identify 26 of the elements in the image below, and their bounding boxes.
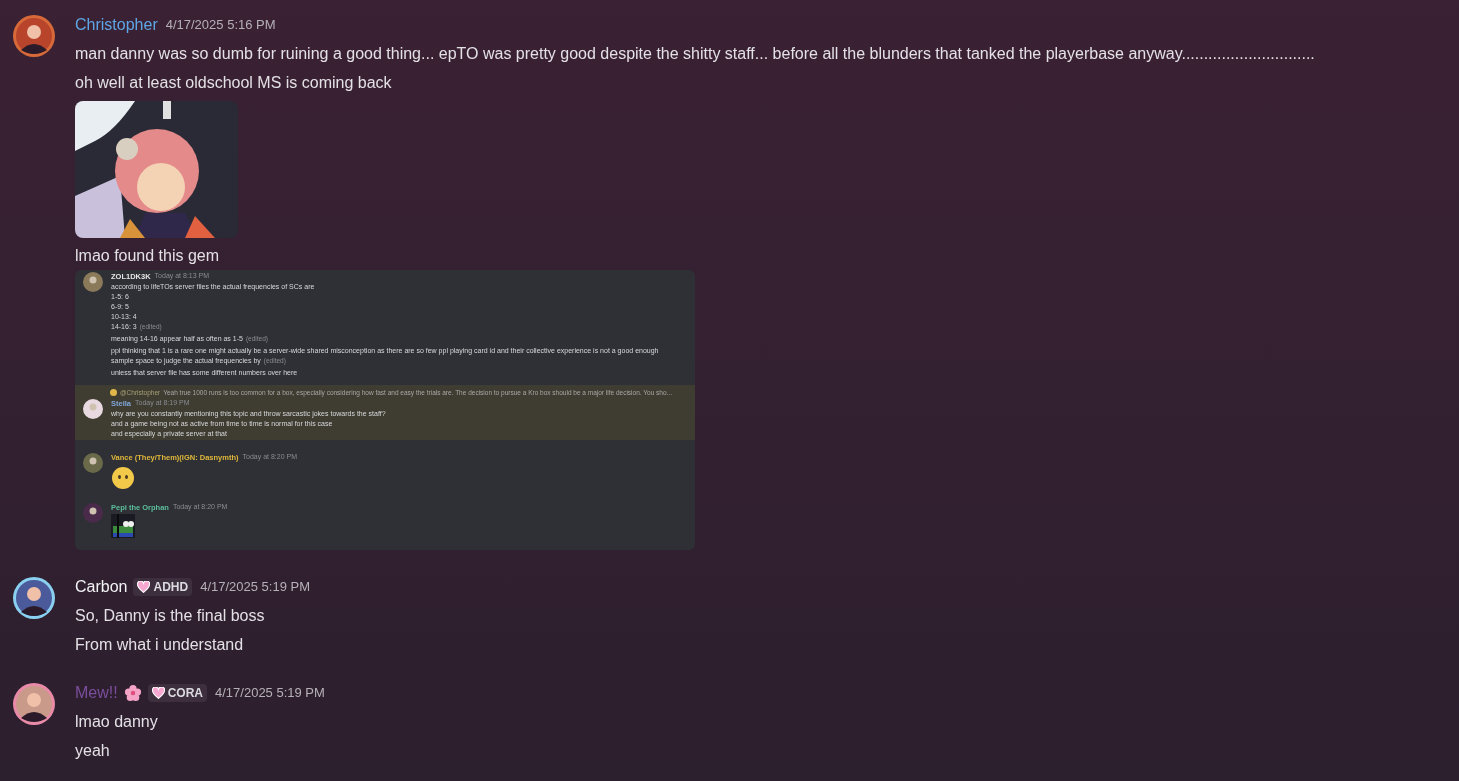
avatar[interactable] <box>12 576 56 620</box>
message-text: yeah <box>75 741 111 761</box>
reply-icon <box>110 389 117 396</box>
avatar[interactable] <box>83 453 103 473</box>
avatar[interactable] <box>12 682 56 726</box>
heart-icon <box>151 687 165 699</box>
message-text: lmao danny <box>75 712 159 732</box>
message-text: man danny was so dumb for ruining a good thing... epTO was pretty good despite the shitty staff... before all the blunders that tanked the playerbase anyway.............................. <box>75 44 1315 64</box>
role-tag[interactable]: CORA <box>147 684 207 702</box>
avatar[interactable] <box>83 399 103 419</box>
embedded-screenshot[interactable] <box>75 270 695 550</box>
avatar[interactable] <box>83 272 103 292</box>
timestamp: 4/17/2025 5:19 PM <box>200 578 310 597</box>
author-name[interactable]: Christopher <box>75 13 158 37</box>
heart-icon <box>137 581 151 593</box>
message-text: So, Danny is the final boss <box>75 606 266 626</box>
neutral-face-icon <box>111 466 135 490</box>
message-text: lmao found this gem <box>75 246 221 266</box>
role-tag[interactable]: ADHD <box>133 578 193 596</box>
timestamp: 4/17/2025 5:16 PM <box>165 16 276 35</box>
timestamp: 4/17/2025 5:19 PM <box>215 684 325 703</box>
avatar[interactable] <box>83 503 103 523</box>
message-text: oh well at least oldschool MS is coming back <box>75 73 393 93</box>
avatar[interactable] <box>12 14 56 58</box>
message-text: From what i understand <box>75 635 245 655</box>
author-name[interactable]: Carbon <box>75 575 128 599</box>
